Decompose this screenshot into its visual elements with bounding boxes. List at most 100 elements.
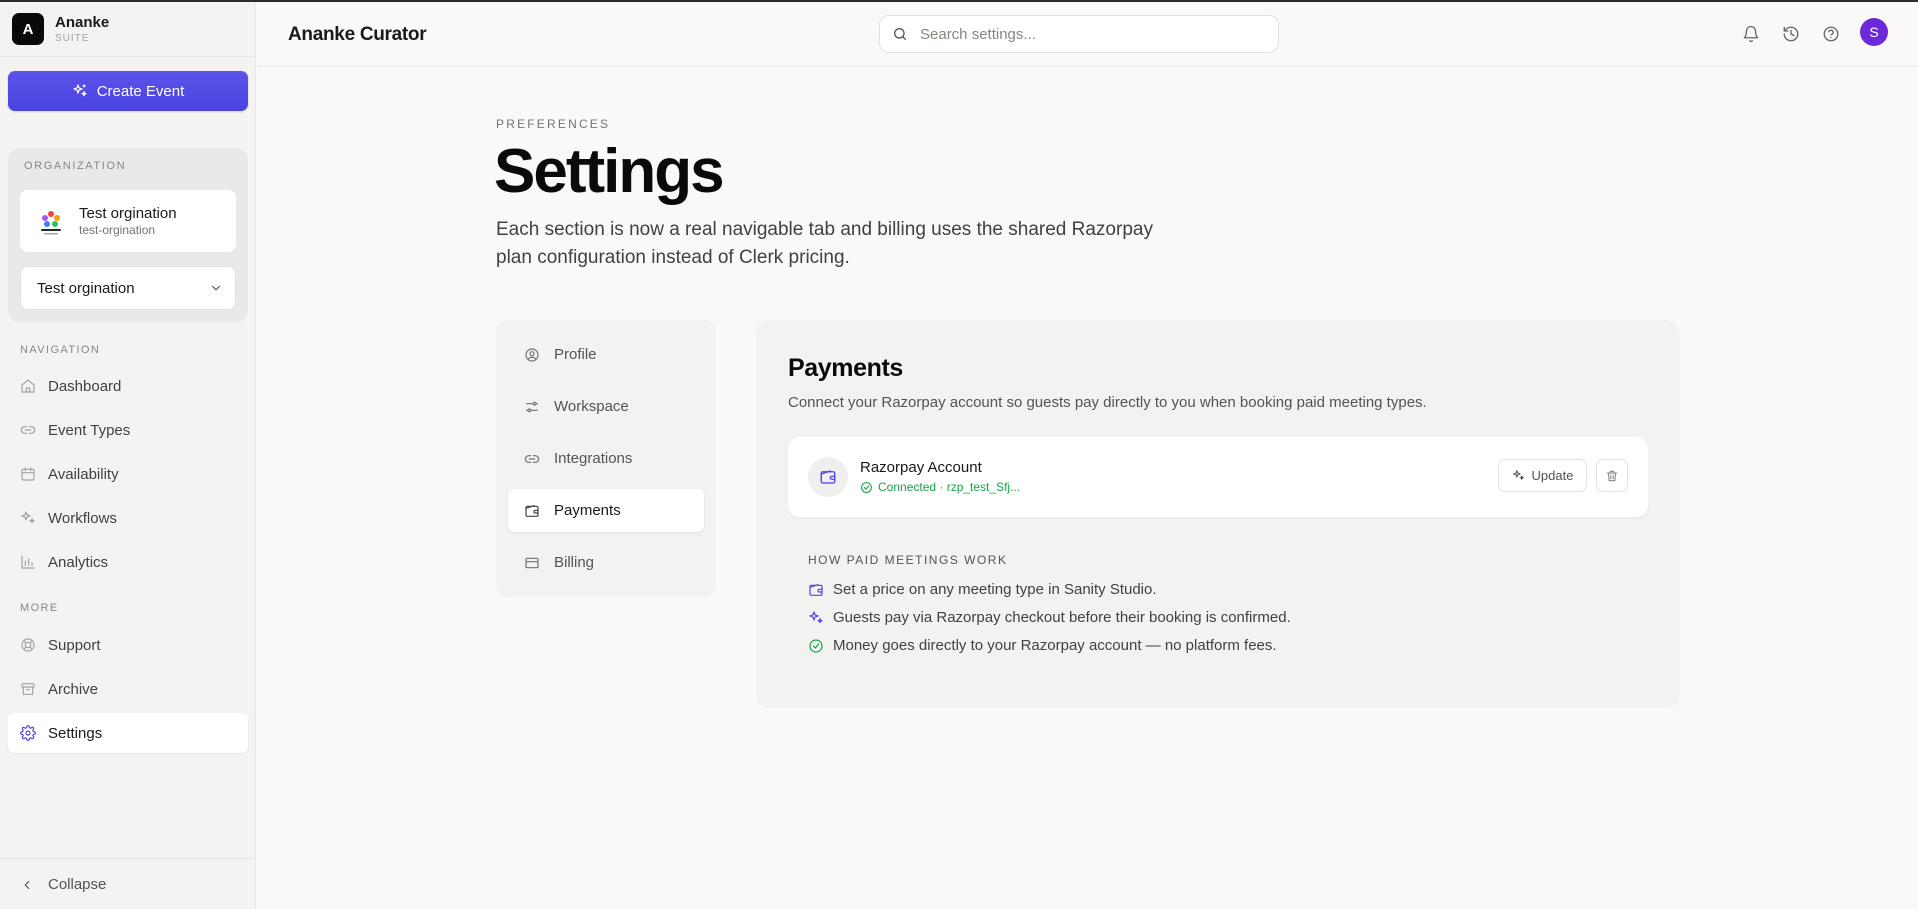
tab-label: Payments	[554, 502, 621, 519]
how-it-works-text: Money goes directly to your Razorpay acc…	[833, 637, 1277, 654]
brand-logo: A	[12, 13, 44, 45]
brand-name: Ananke	[55, 13, 110, 31]
sidebar-item-event-types[interactable]: Event Types	[8, 410, 248, 450]
create-event-button[interactable]: Create Event	[8, 71, 248, 111]
calendar-icon	[20, 466, 36, 482]
app-title: Ananke Curator	[288, 24, 427, 45]
how-it-works-title: HOW PAID MEETINGS WORK	[808, 553, 1008, 567]
account-name: Razorpay Account	[860, 459, 982, 476]
brand[interactable]: A Ananke SUITE	[12, 13, 109, 45]
search-bar[interactable]	[879, 15, 1279, 53]
user-circle-icon	[524, 347, 540, 363]
organization-slug: test-orgination	[79, 222, 156, 237]
sidebar: A Ananke SUITE Create Event ORGANIZATION	[0, 2, 256, 909]
chevron-down-icon	[209, 281, 223, 295]
sparkle-icon	[1512, 469, 1525, 482]
organization-tile[interactable]: Test orgination test-orgination	[20, 190, 236, 252]
navigation-section-label: NAVIGATION	[20, 344, 101, 356]
update-button[interactable]: Update	[1498, 459, 1587, 492]
trash-icon	[1605, 469, 1619, 483]
history-icon[interactable]	[1782, 25, 1800, 43]
sidebar-item-label: Event Types	[48, 421, 131, 439]
sidebar-item-label: Dashboard	[48, 377, 122, 395]
sparkle-icon	[72, 83, 88, 99]
account-status: Connected · rzp_test_Sfj...	[860, 480, 1020, 494]
lifebuoy-icon	[20, 637, 36, 653]
check-circle-icon	[808, 638, 824, 654]
check-circle-icon	[860, 481, 873, 494]
collapse-label: Collapse	[48, 876, 107, 893]
account-status-text: Connected · rzp_test_Sfj...	[878, 480, 1021, 494]
tab-profile[interactable]: Profile	[508, 333, 704, 376]
sidebar-item-dashboard[interactable]: Dashboard	[8, 366, 248, 406]
sidebar-item-label: Availability	[48, 465, 119, 483]
sidebar-item-label: Support	[48, 636, 101, 654]
gear-icon	[20, 725, 36, 741]
archive-icon	[20, 681, 36, 697]
sidebar-item-settings[interactable]: Settings	[8, 713, 248, 753]
how-it-works-text: Set a price on any meeting type in Sanit…	[833, 581, 1157, 598]
chevron-left-icon	[20, 878, 34, 892]
sidebar-item-analytics[interactable]: Analytics	[8, 542, 248, 582]
sparkle-icon	[808, 610, 824, 626]
tab-integrations[interactable]: Integrations	[508, 437, 704, 480]
organization-name: Test orgination	[79, 204, 177, 222]
how-it-works-text: Guests pay via Razorpay checkout before …	[833, 609, 1291, 626]
settings-tabs: Profile Workspace Integrations Payments …	[496, 320, 716, 597]
tab-workspace[interactable]: Workspace	[508, 385, 704, 428]
bar-chart-icon	[20, 554, 36, 570]
tab-label: Integrations	[554, 450, 633, 467]
search-input[interactable]	[920, 25, 1250, 43]
tab-label: Workspace	[554, 398, 629, 415]
razorpay-account-card: Razorpay Account Connected · rzp_test_Sf…	[788, 437, 1648, 517]
tab-billing[interactable]: Billing	[508, 541, 704, 584]
sparkle-icon	[20, 510, 36, 526]
tab-label: Profile	[554, 346, 597, 363]
more-section-label: MORE	[20, 602, 59, 614]
top-header: Ananke Curator S	[257, 2, 1918, 67]
organization-logo	[34, 204, 68, 238]
wallet-icon	[808, 582, 824, 598]
how-it-works-item: Money goes directly to your Razorpay acc…	[808, 637, 1277, 654]
delete-button[interactable]	[1596, 459, 1628, 492]
section-description: Connect your Razorpay account so guests …	[788, 394, 1427, 411]
sidebar-item-support[interactable]: Support	[8, 625, 248, 665]
help-icon[interactable]	[1822, 25, 1840, 43]
sidebar-item-label: Archive	[48, 680, 99, 698]
sidebar-item-availability[interactable]: Availability	[8, 454, 248, 494]
brand-subtitle: SUITE	[55, 32, 90, 44]
divider	[0, 858, 256, 859]
page-title: Settings	[494, 137, 725, 206]
page-eyebrow: PREFERENCES	[496, 117, 611, 131]
how-it-works-item: Set a price on any meeting type in Sanit…	[808, 581, 1157, 598]
home-icon	[20, 378, 36, 394]
tab-payments[interactable]: Payments	[508, 489, 704, 532]
avatar[interactable]: S	[1860, 18, 1888, 46]
divider	[0, 56, 256, 57]
sidebar-item-label: Workflows	[48, 509, 117, 527]
link-icon	[524, 451, 540, 467]
organization-select-value: Test orgination	[37, 279, 135, 297]
sidebar-item-workflows[interactable]: Workflows	[8, 498, 248, 538]
link-icon	[20, 422, 36, 438]
organization-card: ORGANIZATION Test orgination test-orgina…	[8, 148, 248, 322]
sidebar-item-archive[interactable]: Archive	[8, 669, 248, 709]
sliders-icon	[524, 399, 540, 415]
collapse-button[interactable]: Collapse	[20, 876, 106, 893]
sidebar-item-label: Analytics	[48, 553, 109, 571]
tab-label: Billing	[554, 554, 595, 571]
payments-panel: Payments Connect your Razorpay account s…	[756, 320, 1680, 708]
sidebar-item-label: Settings	[48, 724, 103, 742]
how-it-works-item: Guests pay via Razorpay checkout before …	[808, 609, 1291, 626]
section-title: Payments	[788, 354, 903, 382]
page-description: Each section is now a real navigable tab…	[496, 219, 1153, 268]
wallet-icon	[808, 457, 848, 497]
create-event-label: Create Event	[96, 82, 185, 100]
search-icon	[892, 26, 908, 42]
organization-section-label: ORGANIZATION	[24, 160, 127, 172]
update-label: Update	[1531, 468, 1574, 483]
wallet-icon	[524, 503, 540, 519]
bell-icon[interactable]	[1742, 25, 1760, 43]
credit-card-icon	[524, 555, 540, 571]
organization-select[interactable]: Test orgination	[20, 266, 236, 310]
